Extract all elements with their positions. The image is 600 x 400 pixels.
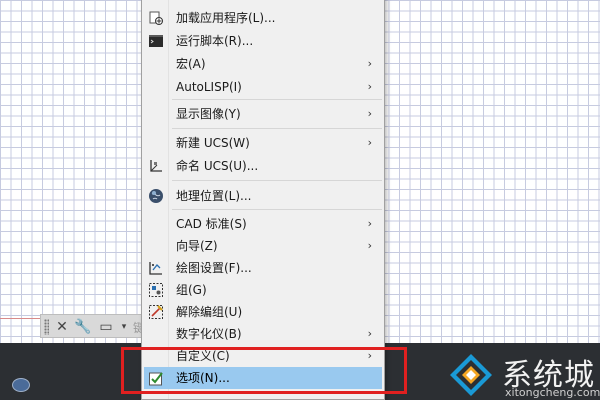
menu-item-group[interactable]: 组(G) — [144, 279, 382, 301]
ucs-icon — [150, 160, 162, 172]
submenu-arrow-icon: › — [367, 327, 372, 340]
menu-item-digitizer[interactable]: 数字化仪(B) › — [144, 323, 382, 345]
menu-separator — [172, 209, 382, 210]
menu-item-wizards[interactable]: 向导(Z) › — [144, 235, 382, 257]
submenu-arrow-icon: › — [367, 239, 372, 252]
script-icon — [149, 35, 163, 47]
wrench-icon[interactable]: 🔧 — [74, 318, 92, 336]
highlight-frame — [121, 347, 407, 394]
menu-item-label: CAD 标准(S) — [176, 217, 247, 231]
group-icon — [149, 283, 163, 297]
menu-item-cad-standards[interactable]: CAD 标准(S) › — [144, 213, 382, 235]
submenu-arrow-icon: › — [367, 217, 372, 230]
menu-item-label: 绘图设置(F)... — [176, 261, 252, 275]
submenu-arrow-icon: › — [367, 107, 372, 120]
menu-separator — [172, 180, 382, 181]
drafting-settings-icon — [149, 262, 162, 275]
ungroup-icon — [149, 305, 163, 319]
app-status-icon[interactable] — [12, 378, 30, 392]
menu-item-label: 加载应用程序(L)... — [176, 11, 276, 25]
grip-handle[interactable] — [44, 319, 49, 335]
close-icon[interactable]: ✕ — [53, 318, 71, 336]
menu-item-label: 显示图像(Y) — [176, 107, 241, 121]
menu-item-load-application[interactable]: 加载应用程序(L)... — [144, 7, 382, 29]
menu-item-ungroup[interactable]: 解除编组(U) — [144, 301, 382, 323]
menu-item-label: 解除编组(U) — [176, 305, 243, 319]
watermark-url: xitongcheng.com — [505, 386, 600, 399]
xitongcheng-logo-icon — [450, 354, 492, 396]
submenu-arrow-icon: › — [367, 136, 372, 149]
menu-item-geolocation[interactable]: 地理位置(L)... — [144, 185, 382, 207]
menu-item-new-ucs[interactable]: 新建 UCS(W) › — [144, 132, 382, 154]
menu-item-label: 命名 UCS(U)... — [176, 159, 259, 173]
menu-item-display-image[interactable]: 显示图像(Y) › — [144, 103, 382, 125]
command-prompt-icon[interactable]: ▭ — [97, 318, 115, 336]
menu-item-macro[interactable]: 宏(A) › — [144, 53, 382, 75]
menu-item-label: 运行脚本(R)... — [176, 34, 254, 48]
menu-item-label: 新建 UCS(W) — [176, 136, 250, 150]
load-app-icon — [149, 11, 163, 25]
menu-item-run-script[interactable]: 运行脚本(R)... — [144, 30, 382, 52]
menu-item-label: 组(G) — [176, 283, 207, 297]
command-line-toolbar: ✕ 🔧 ▭ ▾ 键 — [40, 314, 145, 338]
tools-menu: 加载应用程序(L)... 运行脚本(R)... 宏(A) › AutoLISP(… — [141, 0, 385, 400]
menu-separator — [172, 99, 382, 100]
globe-icon — [149, 189, 163, 203]
menu-separator — [172, 128, 382, 129]
menu-item-named-ucs[interactable]: 命名 UCS(U)... — [144, 155, 382, 177]
menu-item-label: 地理位置(L)... — [176, 189, 252, 203]
menu-item-label: 数字化仪(B) — [176, 327, 242, 341]
submenu-arrow-icon: › — [367, 57, 372, 70]
submenu-arrow-icon: › — [367, 80, 372, 93]
menu-item-label: 向导(Z) — [176, 239, 218, 253]
menu-item-label: 宏(A) — [176, 57, 206, 71]
menu-item-autolisp[interactable]: AutoLISP(I) › — [144, 76, 382, 98]
chevron-down-icon[interactable]: ▾ — [115, 318, 133, 336]
menu-item-drafting-settings[interactable]: 绘图设置(F)... — [144, 257, 382, 279]
menu-item-label: AutoLISP(I) — [176, 80, 242, 94]
